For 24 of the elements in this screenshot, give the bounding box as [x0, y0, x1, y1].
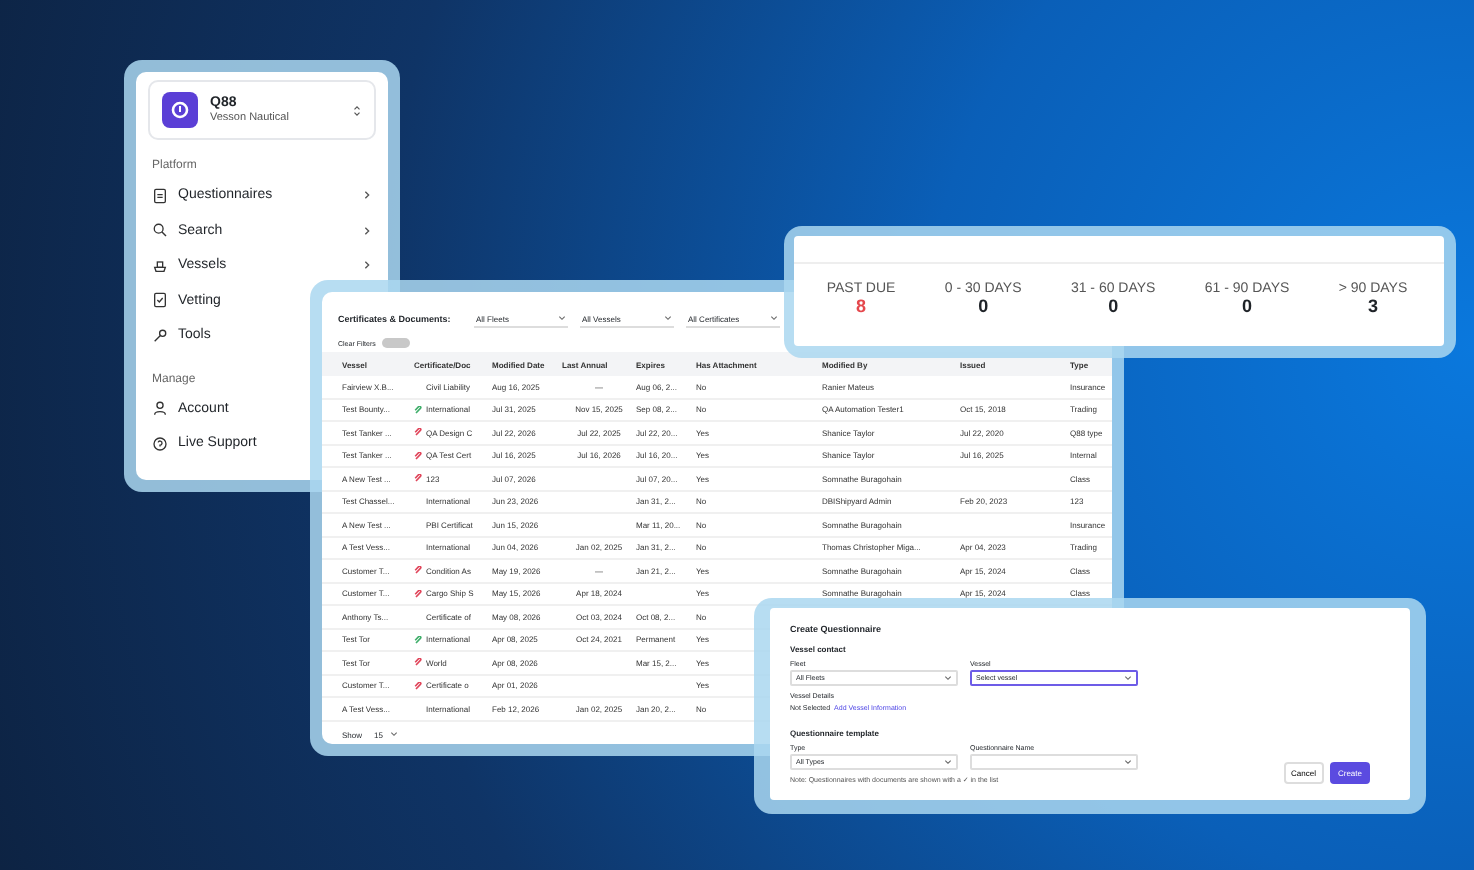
checklist-icon: [152, 292, 168, 309]
help-icon: [152, 435, 168, 452]
ship-icon: [152, 257, 168, 274]
expand-icon: [352, 103, 362, 117]
aging-count: 0: [978, 296, 989, 316]
document-icon: [152, 187, 168, 204]
logo-icon: [162, 92, 198, 128]
caret-icon: [664, 314, 672, 322]
questionnaire-name-select[interactable]: [970, 754, 1138, 770]
aging-count: 0: [1242, 296, 1253, 316]
caret-icon: [944, 674, 952, 682]
aging-count: 3: [1367, 296, 1378, 316]
caret-icon: [770, 314, 778, 322]
caret-icon: [944, 758, 952, 766]
search-icon: [152, 222, 168, 239]
caret-icon: [1124, 674, 1132, 682]
user-icon: [152, 400, 168, 417]
aging-count: 8: [856, 296, 867, 316]
wrench-icon: [152, 327, 168, 344]
caret-icon: [558, 314, 566, 322]
filter-chip[interactable]: [381, 338, 410, 348]
caret-icon: [390, 730, 399, 738]
caret-icon: [1124, 758, 1132, 766]
aging-count: 0: [1108, 296, 1119, 316]
